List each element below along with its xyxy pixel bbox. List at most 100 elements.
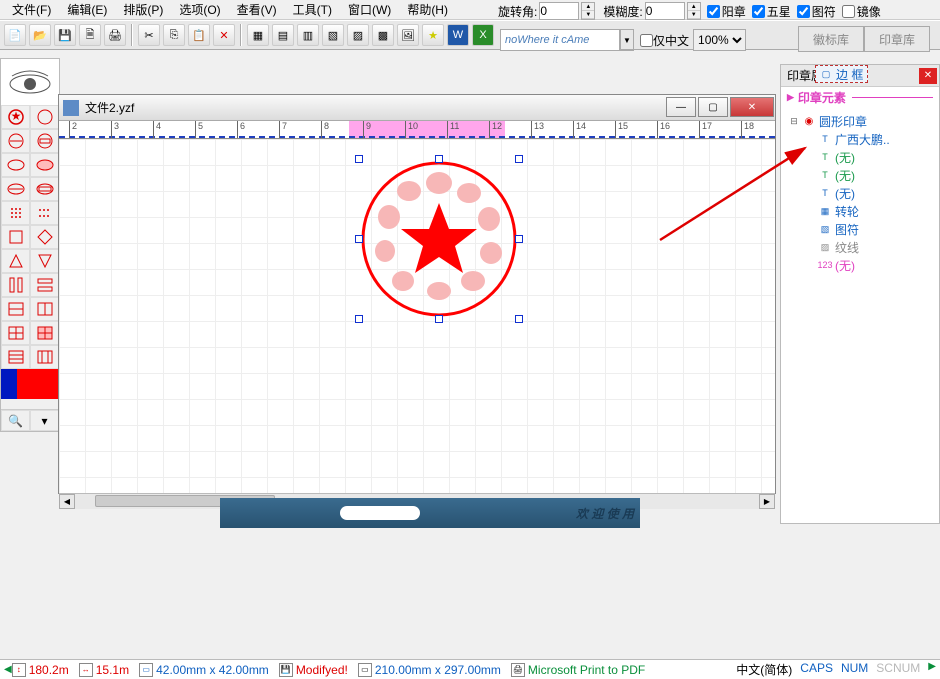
tree-item-1[interactable]: T广西大鹏.. (815, 130, 935, 148)
tb-cut[interactable]: ✂ (138, 24, 160, 46)
rotate-spinner[interactable]: ▲▼ (581, 2, 595, 20)
status-num: NUM (841, 661, 868, 678)
menu-options[interactable]: 选项(O) (171, 0, 228, 20)
doc-icon (63, 100, 79, 116)
status-modified: Modifyed! (296, 663, 348, 677)
tb-img[interactable]: 🖼 (397, 24, 419, 46)
panel-close[interactable]: ✕ (919, 68, 937, 84)
cb-star[interactable]: 五星 (752, 3, 791, 20)
cn-only-check[interactable]: 仅中文 (640, 32, 689, 49)
shape-list2[interactable] (30, 345, 59, 369)
shape-rect[interactable] (1, 225, 30, 249)
panel-section[interactable]: 印章元素 (781, 87, 939, 108)
tb-copy[interactable]: ⎘ (163, 24, 185, 46)
shape-grid2[interactable] (1, 321, 30, 345)
win-min[interactable]: — (666, 97, 696, 117)
shape-oval-line[interactable] (1, 177, 30, 201)
shape-oval[interactable] (1, 153, 30, 177)
shape-circle-star[interactable]: ★ (1, 105, 30, 129)
canvas[interactable] (59, 139, 775, 493)
shape-colbar[interactable] (1, 273, 30, 297)
doc-titlebar[interactable]: 文件2.yzf — ▢ ✕ (59, 95, 775, 121)
view-dropdown[interactable]: ▾ (30, 410, 59, 431)
svg-text:★: ★ (10, 109, 21, 123)
status-h: 180.2m (29, 663, 69, 677)
ruler-tick: 11 (447, 121, 459, 138)
shape-circle-bar[interactable] (30, 129, 59, 153)
shape-diamond[interactable] (30, 225, 59, 249)
properties-panel: 印章属性 ✕ 印章元素 ⊟ ◉ 圆形印章 ▢边 框T广西大鹏..T(无)T(无)… (780, 64, 940, 524)
tb-delete[interactable]: ✕ (213, 24, 235, 46)
ruler-tick: 10 (405, 121, 418, 138)
menu-help[interactable]: 帮助(H) (399, 0, 456, 20)
shape-oval-bar[interactable] (30, 177, 59, 201)
cb-tufu[interactable]: 图符 (797, 3, 836, 20)
shape-tri-inv[interactable] (30, 249, 59, 273)
ruler-tick: 6 (237, 121, 245, 138)
menu-layout[interactable]: 排版(P) (115, 0, 171, 20)
menu-view[interactable]: 查看(V) (229, 0, 285, 20)
font-preview[interactable]: noWhere it cAme (500, 29, 620, 51)
shape-dotgrid[interactable] (1, 201, 30, 225)
tab-badge[interactable]: 徽标库 (798, 26, 864, 52)
tb-new[interactable]: 📄 (4, 24, 26, 46)
status-ime: 中文(简体) (736, 661, 792, 678)
tb-saveas[interactable]: 🗎 (79, 24, 101, 46)
zoom-select[interactable]: 100% (693, 29, 746, 51)
tree-item-4[interactable]: T(无) (815, 184, 935, 202)
shape-grid3[interactable] (30, 321, 59, 345)
blur-input[interactable] (645, 2, 685, 20)
menu-tools[interactable]: 工具(T) (285, 0, 340, 20)
tb-app1[interactable]: W (447, 24, 469, 46)
cb-mirror[interactable]: 镜像 (842, 3, 881, 20)
font-dropdown[interactable]: ▼ (620, 29, 634, 51)
tree-item-6[interactable]: ▧图符 (815, 220, 935, 238)
shape-circle-thin[interactable] (30, 105, 59, 129)
tb-star[interactable]: ★ (422, 24, 444, 46)
win-close[interactable]: ✕ (730, 97, 774, 117)
ruler[interactable]: 23456789101112131415161718 (59, 121, 775, 139)
tb-align2[interactable]: ▤ (272, 24, 294, 46)
shape-dotgrid2[interactable] (30, 201, 59, 225)
shape-tri[interactable] (1, 249, 30, 273)
ruler-tick: 12 (489, 121, 502, 138)
library-tabs: 徽标库 印章库 (798, 26, 930, 52)
tree-root[interactable]: ⊟ ◉ 圆形印章 (789, 112, 935, 130)
menu-edit[interactable]: 编辑(E) (59, 0, 115, 20)
tb-align5[interactable]: ▨ (347, 24, 369, 46)
tb-print[interactable]: 🖨 (104, 24, 126, 46)
blur-spinner[interactable]: ▲▼ (687, 2, 701, 20)
menu-window[interactable]: 窗口(W) (340, 0, 399, 20)
tb-align6[interactable]: ▩ (372, 24, 394, 46)
tb-align4[interactable]: ▧ (322, 24, 344, 46)
win-max[interactable]: ▢ (698, 97, 728, 117)
ruler-tick: 18 (741, 121, 754, 138)
status-size: 42.00mm x 42.00mm (156, 663, 269, 677)
tb-save[interactable]: 💾 (54, 24, 76, 46)
shape-list[interactable] (1, 345, 30, 369)
tb-paste[interactable]: 📋 (188, 24, 210, 46)
tb-app2[interactable]: X (472, 24, 494, 46)
tree-item-2[interactable]: T(无) (815, 148, 935, 166)
tree-item-3[interactable]: T(无) (815, 166, 935, 184)
tb-open[interactable]: 📂 (29, 24, 51, 46)
color-swatch[interactable] (1, 369, 59, 399)
status-paper: 210.00mm x 297.00mm (375, 663, 501, 677)
shape-circle-lines[interactable] (1, 129, 30, 153)
tab-stamp[interactable]: 印章库 (864, 26, 930, 52)
tb-align1[interactable]: ▦ (247, 24, 269, 46)
seal-object[interactable] (359, 159, 519, 319)
tree-item-8[interactable]: 123(无) (815, 256, 935, 274)
tb-align3[interactable]: ▥ (297, 24, 319, 46)
menu-file[interactable]: 文件(F) (4, 0, 59, 20)
view-tool[interactable]: 🔍 (1, 410, 30, 431)
shape-split-v[interactable] (30, 297, 59, 321)
shape-rowbar[interactable] (30, 273, 59, 297)
rotate-input[interactable] (539, 2, 579, 20)
tree-item-5[interactable]: ▦转轮 (815, 202, 935, 220)
tree-item-7[interactable]: ▨纹线 (815, 238, 935, 256)
shape-split-h[interactable] (1, 297, 30, 321)
cb-yang[interactable]: 阳章 (707, 3, 746, 20)
tree-item-0[interactable]: ▢边 框 (815, 65, 868, 83)
shape-oval-fill[interactable] (30, 153, 59, 177)
